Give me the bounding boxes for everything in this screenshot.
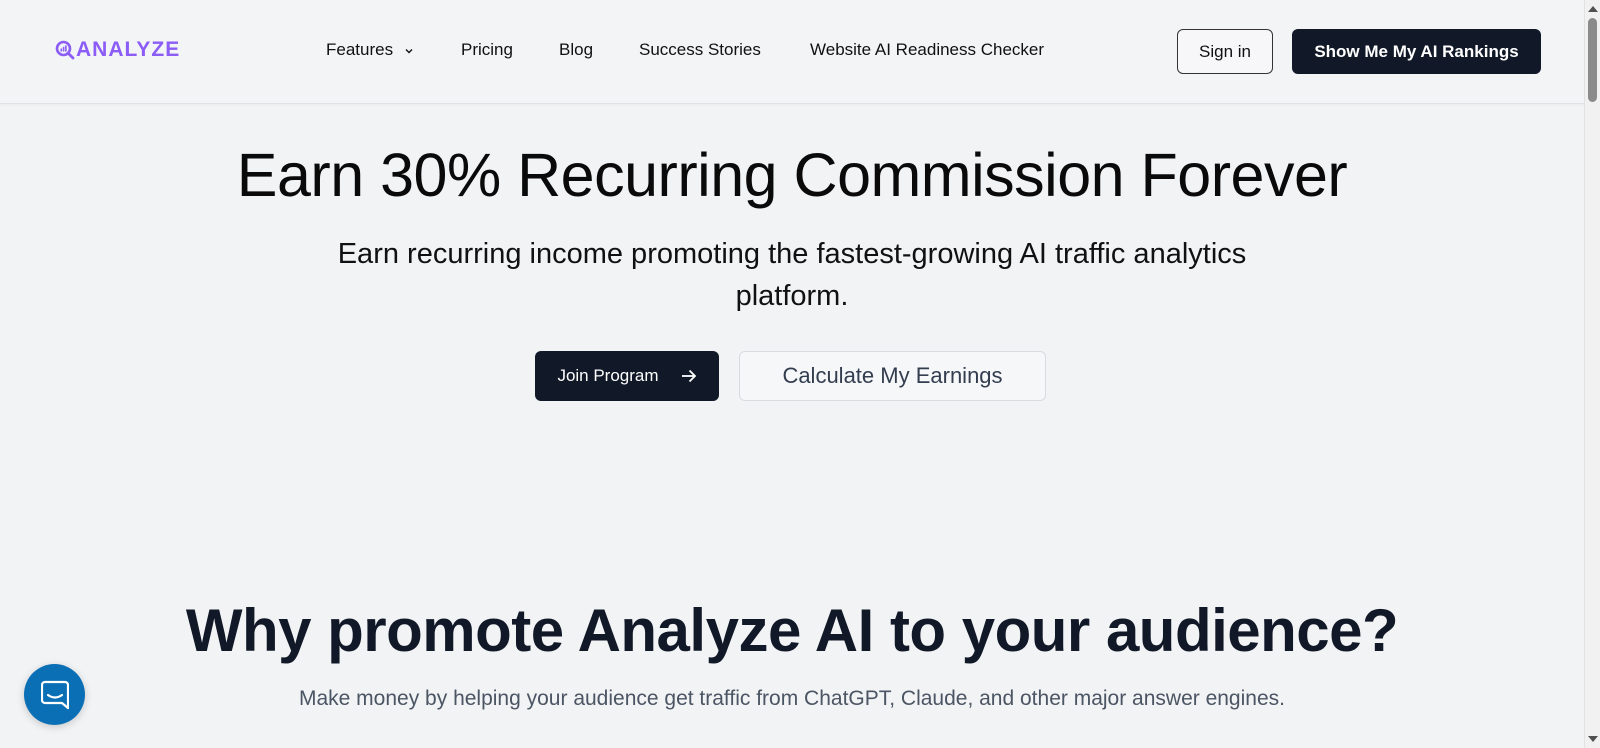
- join-program-label: Join Program: [557, 366, 659, 385]
- chat-launcher-button[interactable]: [24, 664, 85, 725]
- chat-icon: [40, 680, 69, 709]
- join-program-button[interactable]: Join Program: [535, 351, 719, 401]
- why-promote-heading: Why promote Analyze AI to your audience?: [185, 597, 1399, 664]
- hero-title: Earn 30% Recurring Commission Forever: [236, 141, 1348, 209]
- nav-pricing[interactable]: Pricing: [461, 40, 513, 60]
- scroll-down-arrow-icon[interactable]: [1588, 736, 1598, 742]
- nav-features[interactable]: Features: [326, 40, 414, 60]
- chevron-down-icon: [405, 48, 413, 54]
- nav-blog[interactable]: Blog: [559, 40, 593, 60]
- top-navbar: ANALYZE Features Pricing Blog Success St…: [0, 0, 1584, 104]
- scroll-up-arrow-icon[interactable]: [1588, 6, 1598, 12]
- hero-subtitle: Earn recurring income promoting the fast…: [337, 238, 1247, 312]
- arrow-right-icon: [681, 369, 697, 383]
- sign-in-button[interactable]: Sign in: [1177, 29, 1273, 74]
- nav-success-stories[interactable]: Success Stories: [639, 40, 761, 60]
- why-promote-subtitle: Make money by helping your audience get …: [299, 687, 1285, 710]
- calculate-earnings-button[interactable]: Calculate My Earnings: [739, 351, 1046, 401]
- nav-ai-readiness-checker[interactable]: Website AI Readiness Checker: [810, 40, 1044, 60]
- scrollbar-thumb[interactable]: [1588, 18, 1597, 102]
- nav-features-label: Features: [326, 40, 394, 59]
- show-ai-rankings-button[interactable]: Show Me My AI Rankings: [1292, 29, 1541, 74]
- page-scrollbar[interactable]: [1584, 0, 1600, 748]
